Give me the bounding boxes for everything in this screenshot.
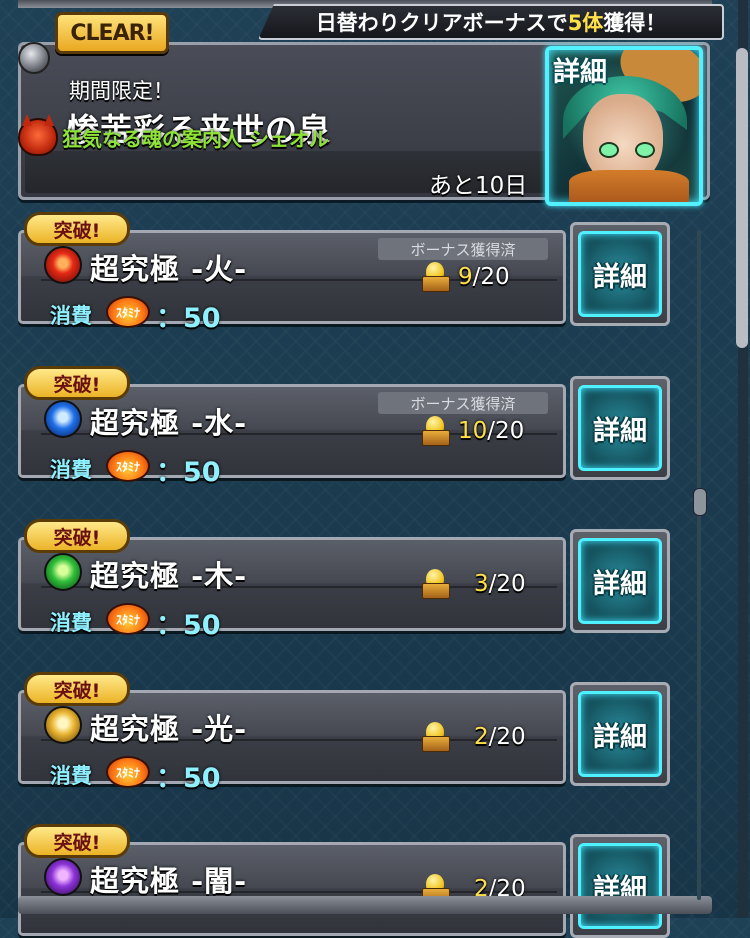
rivet-icon (18, 42, 50, 74)
stamina-flame-icon: ｽﾀﾐﾅ (106, 756, 150, 788)
boss-name: 狂気なる魂の案内人 シェオル (62, 127, 329, 151)
light-element-icon (44, 706, 82, 744)
water-element-icon (44, 400, 82, 438)
bonus-highlight: 5体 (567, 11, 604, 35)
dark-element-icon (44, 858, 82, 896)
daily-bonus-banner: 日替わりクリアボーナスで 5体 獲得！ (258, 4, 724, 40)
breakthrough-badge: 突破! (24, 366, 130, 400)
detail-button[interactable]: 詳細 (570, 529, 670, 633)
cost-label: 消費 (50, 611, 92, 635)
demon-face-icon (18, 118, 58, 156)
stamina-flame-icon: ｽﾀﾐﾅ (106, 296, 150, 328)
bonus-prefix: 日替わりクリアボーナスで (315, 11, 568, 35)
stamina-cost: ：50 (156, 763, 221, 794)
detail-button[interactable]: 詳細 (570, 222, 670, 326)
clear-count: 9/20 (458, 264, 510, 290)
remaining-days: あと10日 (429, 173, 528, 199)
bonus-acquired-tag: ボーナス獲得済 (378, 238, 548, 260)
detail-button-label: 詳細 (578, 691, 662, 777)
breakthrough-badge: 突破! (24, 672, 130, 706)
detail-button[interactable]: 詳細 (570, 834, 670, 938)
fire-element-icon (44, 246, 82, 284)
quest-name: 超究極 ‐闇‐ (90, 864, 248, 898)
detail-button[interactable]: 詳細 (570, 682, 670, 786)
bonus-suffix: 獲得！ (603, 11, 667, 35)
breakthrough-badge: 突破! (24, 824, 130, 858)
detail-button[interactable]: 詳細 (570, 376, 670, 480)
quest-name: 超究極 ‐木‐ (90, 559, 248, 593)
breakthrough-badge: 突破! (24, 519, 130, 553)
clear-count: 3/20 (474, 571, 526, 597)
quest-row-fire[interactable]: 突破! 超究極 ‐火‐ ボーナス獲得済 9/20 消費 ｽﾀﾐﾅ ：50 詳細 (18, 212, 670, 334)
bonus-acquired-tag: ボーナス獲得済 (378, 392, 548, 414)
wood-element-icon (44, 553, 82, 591)
quest-name: 超究極 ‐光‐ (90, 712, 248, 746)
quest-row-wood[interactable]: 突破! 超究極 ‐木‐ 3/20 消費 ｽﾀﾐﾅ ：50 詳細 (18, 519, 670, 641)
event-subtitle: 期間限定！ (69, 79, 174, 103)
clear-count: 2/20 (474, 724, 526, 750)
stamina-cost: ：50 (156, 610, 221, 641)
egg-box-icon (422, 722, 450, 752)
clear-badge: CLEAR! (55, 12, 169, 54)
list-scroll-handle[interactable] (693, 488, 707, 516)
cost-label: 消費 (50, 458, 92, 482)
egg-box-icon (422, 569, 450, 599)
portrait-eye (599, 142, 619, 158)
stamina-flame-icon: ｽﾀﾐﾅ (106, 603, 150, 635)
stamina-flame-icon: ｽﾀﾐﾅ (106, 450, 150, 482)
portrait-detail-label: 詳細 (553, 57, 607, 88)
bottom-frame (18, 896, 712, 914)
quest-name: 超究極 ‐火‐ (90, 252, 248, 286)
quest-name: 超究極 ‐水‐ (90, 406, 248, 440)
quest-row-water[interactable]: 突破! 超究極 ‐水‐ ボーナス獲得済 10/20 消費 ｽﾀﾐﾅ ：50 詳細 (18, 366, 670, 488)
detail-button-label: 詳細 (578, 231, 662, 317)
egg-box-icon (422, 416, 450, 446)
portrait-scarf (569, 170, 689, 202)
cost-label: 消費 (50, 304, 92, 328)
detail-button-label: 詳細 (578, 385, 662, 471)
clear-count: 10/20 (458, 418, 525, 444)
detail-button-label: 詳細 (578, 843, 662, 929)
detail-button-label: 詳細 (578, 538, 662, 624)
stamina-cost: ：50 (156, 303, 221, 334)
breakthrough-badge: 突破! (24, 212, 130, 246)
egg-box-icon (422, 262, 450, 292)
page-scrollbar-thumb[interactable] (736, 48, 748, 348)
cost-label: 消費 (50, 764, 92, 788)
list-scroll-track (697, 230, 701, 900)
portrait-eye (635, 142, 655, 158)
stamina-cost: ：50 (156, 457, 221, 488)
quest-row-light[interactable]: 突破! 超究極 ‐光‐ 2/20 消費 ｽﾀﾐﾅ ：50 詳細 (18, 672, 670, 794)
